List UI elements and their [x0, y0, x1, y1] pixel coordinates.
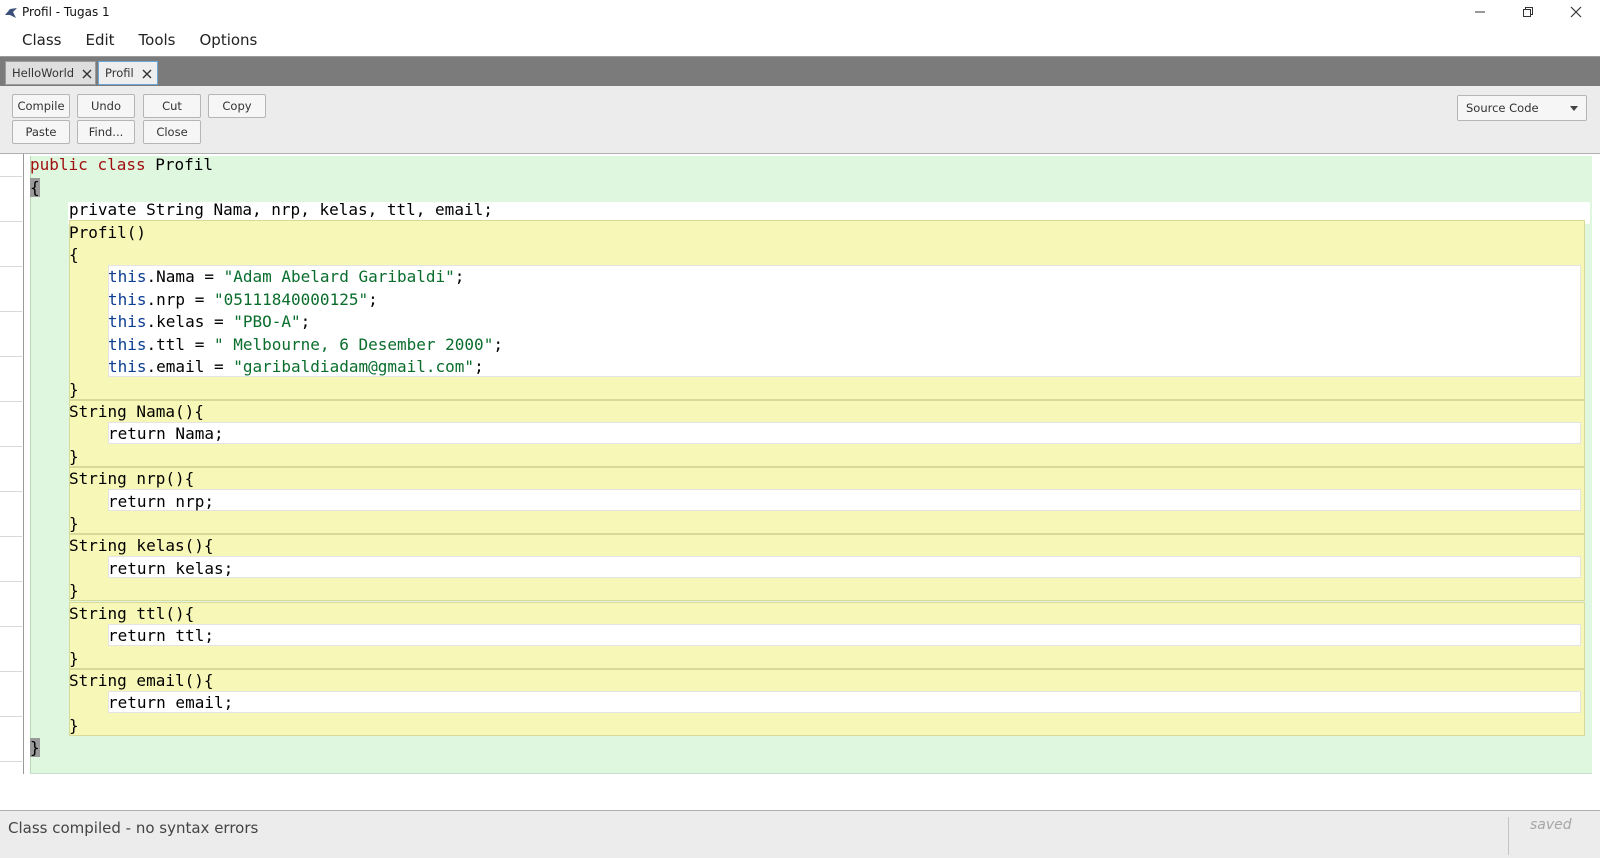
- string-literal: " Melbourne, 6 Desember 2000": [213, 335, 494, 354]
- menu-tools[interactable]: Tools: [127, 24, 188, 56]
- tab-profil[interactable]: Profil: [98, 61, 158, 85]
- minimize-icon: [1475, 11, 1485, 13]
- keyword: class: [97, 155, 146, 174]
- line-gutter[interactable]: [0, 154, 24, 774]
- code-line[interactable]: }: [69, 579, 79, 602]
- code-line[interactable]: String Nama(){: [69, 400, 204, 423]
- code-line[interactable]: return email;: [108, 691, 233, 714]
- view-mode-value: Source Code: [1466, 101, 1539, 115]
- code-line[interactable]: return kelas;: [108, 557, 233, 580]
- method-nrp-body-scope: [108, 489, 1581, 511]
- tab-label: Profil: [105, 66, 134, 80]
- menu-options[interactable]: Options: [187, 24, 269, 56]
- code-line[interactable]: }: [69, 378, 79, 401]
- cut-button[interactable]: Cut: [143, 94, 201, 118]
- chevron-down-icon: [1570, 106, 1578, 111]
- method-email-body-scope: [108, 691, 1581, 713]
- code-line[interactable]: private String Nama, nrp, kelas, ttl, em…: [69, 198, 493, 221]
- tab-label: HelloWorld: [12, 66, 75, 80]
- this-keyword: this: [108, 267, 147, 286]
- code-line[interactable]: {: [69, 243, 79, 266]
- code-line[interactable]: Profil(): [69, 221, 146, 244]
- string-literal: "garibaldiadam@gmail.com": [233, 357, 475, 376]
- copy-button[interactable]: Copy: [208, 94, 266, 118]
- editor-tab-bar: HelloWorld Profil: [0, 56, 1600, 86]
- code-line[interactable]: String kelas(){: [69, 534, 214, 557]
- window-controls: [1456, 0, 1600, 24]
- code-line[interactable]: {: [30, 176, 40, 199]
- string-literal: "05111840000125": [213, 290, 369, 309]
- menu-bar: Class Edit Tools Options: [0, 24, 1600, 56]
- status-bar: Class compiled - no syntax errors saved: [0, 810, 1600, 858]
- this-keyword: this: [108, 357, 147, 376]
- status-divider: [1508, 817, 1509, 855]
- menu-edit[interactable]: Edit: [73, 24, 126, 56]
- code-line[interactable]: public class Profil: [30, 154, 213, 176]
- title-bar: Profil - Tugas 1: [0, 0, 1600, 24]
- close-button[interactable]: Close: [143, 120, 201, 144]
- status-message: Class compiled - no syntax errors: [8, 819, 259, 837]
- string-literal: "PBO-A": [233, 312, 301, 331]
- window-title: Profil - Tugas 1: [22, 5, 110, 19]
- code-line[interactable]: }: [69, 445, 79, 468]
- method-nama-body-scope: [108, 422, 1581, 444]
- code-line[interactable]: return ttl;: [108, 624, 214, 647]
- keyword: public: [30, 155, 88, 174]
- editor-toolbar: Compile Undo Cut Copy Paste Find... Clos…: [0, 86, 1600, 154]
- minimize-button[interactable]: [1456, 0, 1504, 24]
- code-line[interactable]: this.nrp = "05111840000125";: [108, 288, 378, 311]
- string-literal: "Adam Abelard Garibaldi": [223, 267, 455, 286]
- code-line[interactable]: String nrp(){: [69, 467, 194, 490]
- this-keyword: this: [108, 290, 147, 309]
- code-line[interactable]: String email(){: [69, 669, 214, 692]
- method-ttl-body-scope: [108, 624, 1581, 646]
- code-line[interactable]: this.Nama = "Adam Abelard Garibaldi";: [108, 265, 464, 288]
- view-mode-select[interactable]: Source Code: [1457, 95, 1587, 121]
- saved-indicator: saved: [1530, 817, 1572, 833]
- bluej-app-icon: [4, 5, 18, 19]
- code-line[interactable]: this.ttl = " Melbourne, 6 Desember 2000"…: [108, 333, 503, 356]
- method-kelas-body-scope: [108, 556, 1581, 578]
- code-line[interactable]: this.kelas = "PBO-A";: [108, 310, 310, 333]
- find-button[interactable]: Find...: [77, 120, 135, 144]
- close-window-button[interactable]: [1552, 0, 1600, 24]
- this-keyword: this: [108, 335, 147, 354]
- restore-icon: [1523, 7, 1533, 17]
- code-line[interactable]: }: [30, 736, 40, 759]
- close-tab-icon[interactable]: [142, 68, 152, 79]
- code-line[interactable]: String ttl(){: [69, 602, 194, 625]
- close-tab-icon[interactable]: [82, 68, 92, 79]
- code-line[interactable]: }: [69, 714, 79, 737]
- code-editor[interactable]: public class Profil { private String Nam…: [0, 154, 1600, 810]
- code-line[interactable]: }: [69, 647, 79, 670]
- close-icon: [1570, 6, 1582, 18]
- matched-brace: {: [30, 178, 40, 197]
- code-line[interactable]: this.email = "garibaldiadam@gmail.com";: [108, 355, 484, 378]
- tab-helloworld[interactable]: HelloWorld: [5, 61, 96, 85]
- undo-button[interactable]: Undo: [77, 94, 135, 118]
- matched-brace: }: [30, 738, 40, 757]
- class-name: Profil: [155, 155, 214, 174]
- restore-button[interactable]: [1504, 0, 1552, 24]
- code-line[interactable]: return nrp;: [108, 490, 214, 513]
- this-keyword: this: [108, 312, 147, 331]
- code-line[interactable]: return Nama;: [108, 422, 224, 445]
- menu-class[interactable]: Class: [10, 24, 73, 56]
- paste-button[interactable]: Paste: [12, 120, 70, 144]
- compile-button[interactable]: Compile: [12, 94, 70, 118]
- code-line[interactable]: }: [69, 512, 79, 535]
